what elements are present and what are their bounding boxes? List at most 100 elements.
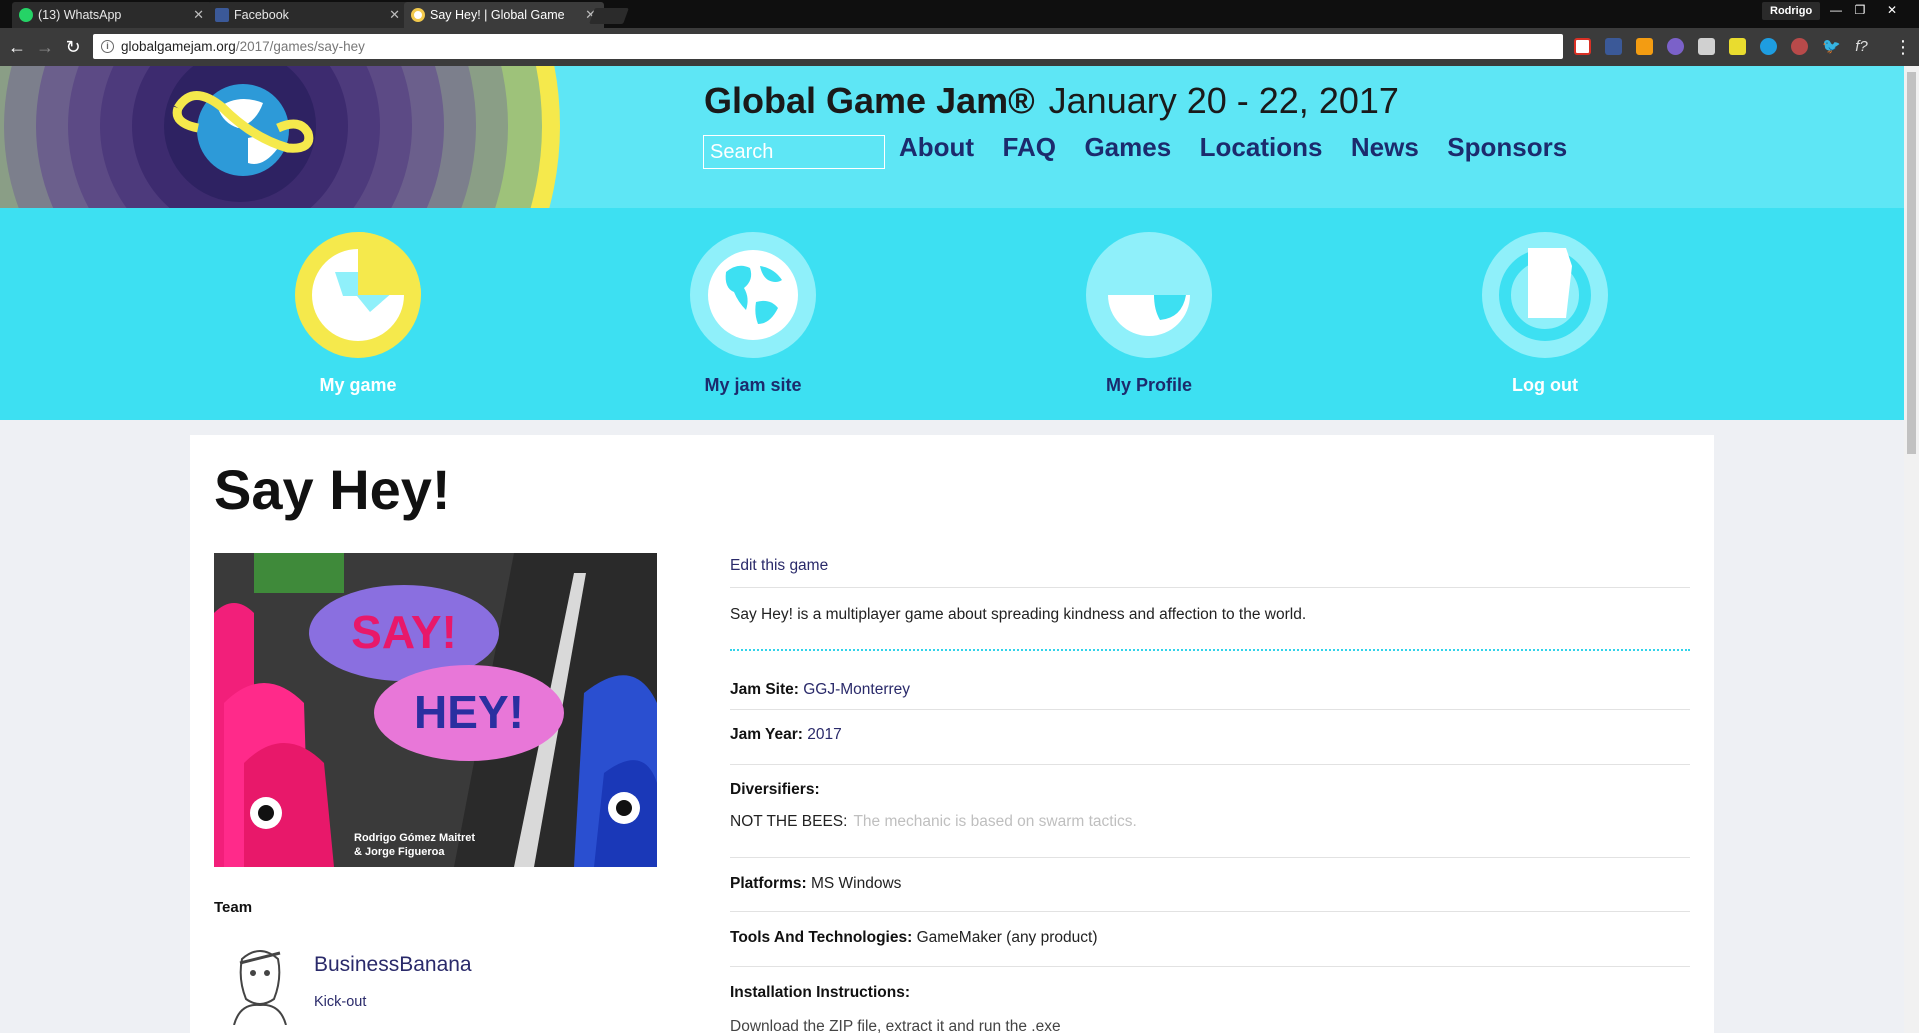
platforms-value: MS Windows [810,875,902,892]
url-path: /2017/games/say-hey [235,39,365,54]
tab-title: Say Hey! | Global Game [430,8,565,22]
cover-credit-2: & Jorge Figueroa [354,846,445,858]
cover-text-say: SAY! [351,606,457,658]
profile-icon [1086,232,1212,358]
tab-facebook[interactable]: Facebook ✕ [208,2,408,28]
jam-site-link[interactable]: GGJ-Monterrey [803,681,910,698]
site-header: Global Game Jam® January 20 - 22, 2017 Ab… [0,66,1904,208]
avatar[interactable] [220,939,298,1026]
install-text: Download the ZIP file, extract it and ru… [730,1018,1061,1033]
profile-button[interactable]: Rodrigo [1762,2,1821,20]
close-icon[interactable]: ✕ [389,2,400,28]
jam-dates: January 20 - 22, 2017 [1048,80,1399,121]
my-game-icon [295,232,421,358]
nav-news[interactable]: News [1351,132,1419,162]
web-page: Global Game Jam® January 20 - 22, 2017 Ab… [0,66,1904,1033]
minimize-icon[interactable]: — [1825,2,1847,18]
tools-label: Tools And Technologies: [730,929,913,946]
user-menu-label: Log out [1512,375,1578,395]
game-cover-image: SAY! HEY! Rodrigo Gómez Maitret & Jorge … [214,553,657,867]
user-menu-label: My Profile [1105,375,1193,395]
nav-sponsors[interactable]: Sponsors [1447,132,1567,162]
user-menu-my-game[interactable]: My game [273,232,443,396]
note-icon[interactable] [1729,38,1746,55]
close-window-icon[interactable]: ✕ [1875,2,1909,18]
platforms-label: Platforms: [730,875,807,892]
globe-icon [690,232,816,358]
tab-counter-icon[interactable] [1667,38,1684,55]
cover-text-hey: HEY! [414,686,524,738]
user-menu-label: My jam site [704,375,802,395]
user-menu-my-jam-site[interactable]: My jam site [668,232,838,396]
forward-icon[interactable]: → [34,36,56,58]
close-icon[interactable]: ✕ [193,2,204,28]
rss-icon[interactable] [1636,38,1653,55]
game-details: Edit this game Say Hey! is a multiplayer… [730,547,1690,1033]
tab-title: Facebook [234,8,289,22]
fx-icon[interactable]: f? [1853,38,1870,55]
url-host: globalgamejam.org [121,39,236,54]
browser-tab-bar: (13) WhatsApp ✕ Facebook ✕ Say Hey! | Gl… [0,0,1919,28]
pocket-icon[interactable] [1698,38,1715,55]
cover-credit-1: Rodrigo Gómez Maitret [354,832,475,844]
install-label: Installation Instructions: [730,984,910,1001]
scrollbar-thumb[interactable] [1907,72,1916,454]
tab-say-hey[interactable]: Say Hey! | Global Game ✕ [404,2,604,28]
user-menu-label: My game [319,375,397,395]
tab-title: (13) WhatsApp [38,8,122,22]
diversifier-entry: NOT THE BEES: The mechanic is based on sw… [730,813,1690,831]
installation-row: Installation Instructions: Download the … [730,967,1690,1033]
facebook-icon[interactable] [1605,38,1622,55]
search-input[interactable] [703,135,885,169]
ggj-logo-icon[interactable] [168,78,318,178]
gmail-icon[interactable] [1574,38,1591,55]
edit-game-link[interactable]: Edit this game [730,557,828,574]
site-brand[interactable]: Global Game Jam® [704,80,1035,121]
jam-year-label: Jam Year: [730,726,803,743]
restore-icon[interactable]: ❐ [1849,2,1871,18]
game-content: Say Hey! SAY! HEY! Rodrigo Gómez Maitret [190,435,1714,1033]
diversifiers-row: Diversifiers: NOT THE BEES: The mechanic … [730,765,1690,858]
nav-faq[interactable]: FAQ [1003,132,1056,162]
twitter-icon[interactable]: 🐦 [1822,38,1841,55]
user-menu-bar: My game My jam site My Profile Log out [0,208,1904,420]
logout-icon [1482,232,1608,358]
header-banner [0,66,560,208]
kick-out-link[interactable]: Kick-out [314,994,366,1010]
tab-whatsapp[interactable]: (13) WhatsApp ✕ [12,2,212,28]
ggj-favicon [411,8,425,22]
nav-locations[interactable]: Locations [1200,132,1323,162]
info-icon[interactable]: i [101,40,114,53]
tools-value: GameMaker (any product) [916,929,1098,946]
jam-site-label: Jam Site: [730,681,799,698]
ball-icon[interactable] [1791,38,1808,55]
team-member-name[interactable]: BusinessBanana [314,953,472,977]
nav-about[interactable]: About [899,132,974,162]
user-menu-my-profile[interactable]: My Profile [1064,232,1234,396]
diversifier-name[interactable]: NOT THE BEES: [730,813,847,830]
edit-row: Edit this game [730,547,1690,588]
game-description: Say Hey! is a multiplayer game about spr… [730,606,1307,623]
user-menu-log-out[interactable]: Log out [1460,232,1630,396]
facebook-icon [215,8,229,22]
reload-icon[interactable]: ↻ [62,36,84,58]
description-row: Say Hey! is a multiplayer game about spr… [730,588,1690,651]
page-scrollbar[interactable] [1904,66,1919,1033]
tools-row: Tools And Technologies: GameMaker (any p… [730,912,1690,967]
main-nav: About FAQ Games Locations News Sponsors [899,132,1591,163]
jam-year-link[interactable]: 2017 [807,726,841,743]
whatsapp-icon [19,8,33,22]
team-heading: Team [214,899,253,916]
jam-year-row: Jam Year: 2017 [730,710,1690,765]
diversifier-description: The mechanic is based on swarm tactics. [853,813,1137,830]
menu-icon[interactable]: ⋮ [1892,36,1914,58]
platforms-row: Platforms: MS Windows [730,858,1690,912]
new-tab-button[interactable] [589,8,629,24]
nav-games[interactable]: Games [1084,132,1171,162]
address-bar[interactable]: i globalgamejam.org/2017/games/say-hey [93,34,1563,59]
diversifiers-label: Diversifiers: [730,781,820,798]
circle-icon[interactable] [1760,38,1777,55]
back-icon[interactable]: ← [6,36,28,58]
page-title: Say Hey! [214,458,451,521]
site-title: Global Game Jam® January 20 - 22, 2017 [704,80,1399,122]
